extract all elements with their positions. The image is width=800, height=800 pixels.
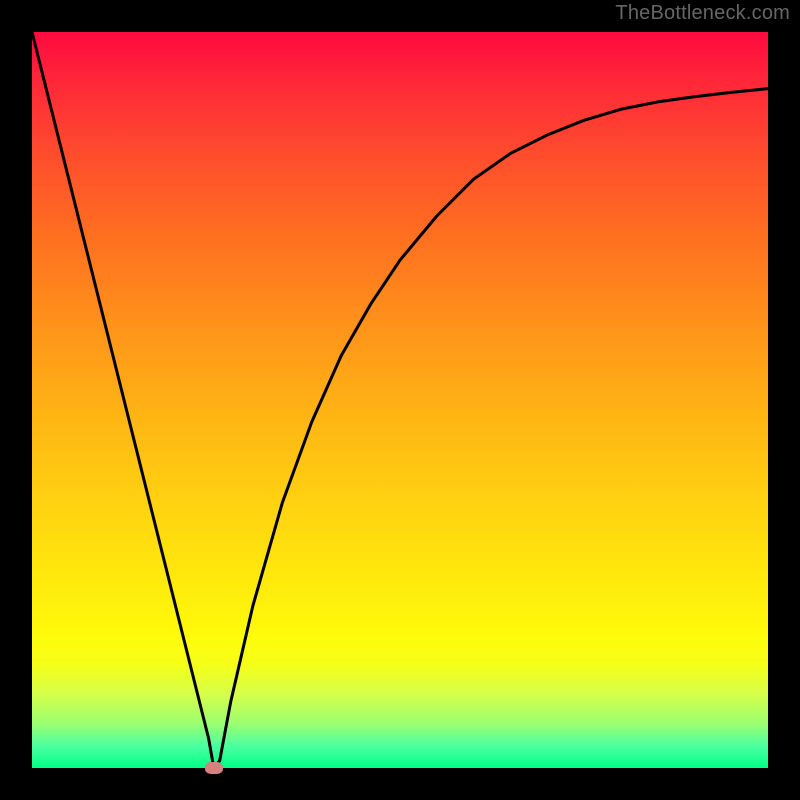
- marker-dot: [205, 762, 223, 774]
- curve-layer: [32, 32, 768, 768]
- watermark-text: TheBottleneck.com: [615, 2, 790, 25]
- bottleneck-curve: [32, 32, 768, 768]
- chart-container: TheBottleneck.com: [0, 0, 800, 800]
- plot-area: [32, 32, 768, 768]
